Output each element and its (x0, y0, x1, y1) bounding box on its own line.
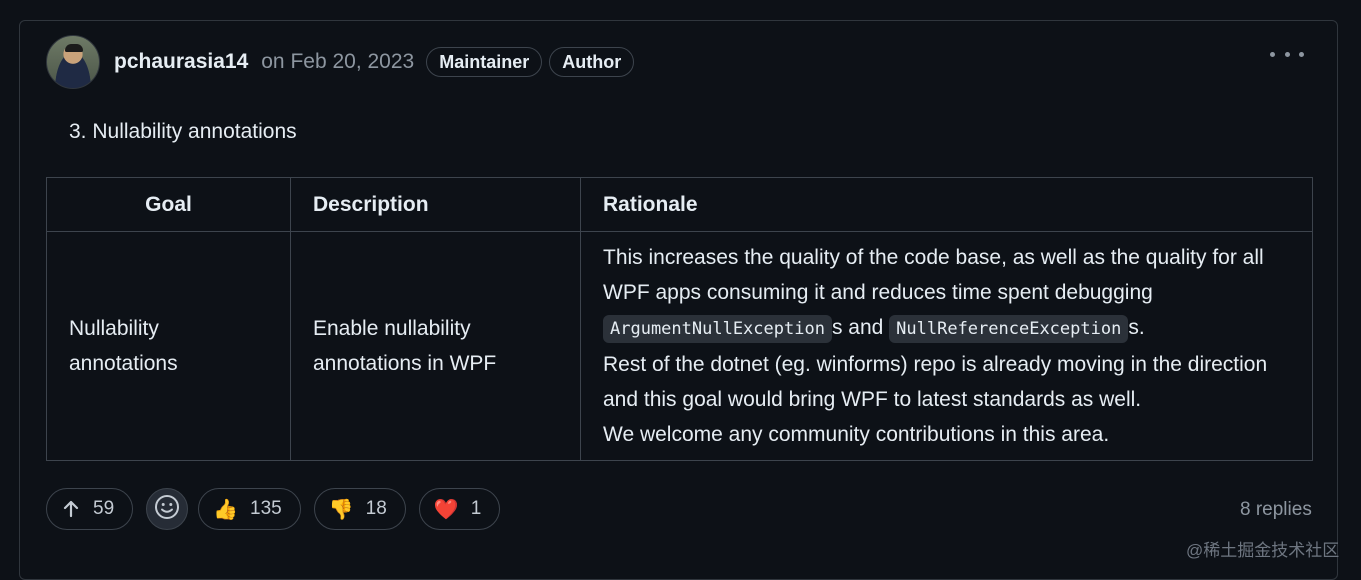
thumbs-up-icon: 👍 (213, 498, 239, 521)
comment-header: pchaurasia14 on Feb 20, 2023 Maintainer … (46, 35, 635, 89)
maintainer-badge: Maintainer (426, 47, 543, 77)
upvote-count: 59 (93, 498, 115, 519)
cell-goal: Nullability annotations (46, 231, 291, 461)
reaction-count: 135 (250, 498, 282, 519)
more-options-icon[interactable] (1270, 43, 1304, 65)
cell-description: Enable nullability annotations in WPF (290, 231, 581, 461)
reaction-count: 1 (470, 498, 482, 519)
rationale-line-1: This increases the quality of the code b… (603, 246, 1264, 304)
rationale-line-2: Rest of the dotnet (eg. winforms) repo i… (603, 353, 1268, 411)
thumbs-down-icon: 👎 (328, 498, 354, 521)
heart-icon: ❤️ (433, 498, 459, 521)
code-argument-null-exception: ArgumentNullException (603, 315, 832, 343)
arrow-up-icon (61, 499, 81, 519)
table-row: Nullability annotations Enable nullabili… (46, 231, 1313, 461)
add-reaction-button[interactable] (146, 488, 189, 530)
reaction-thumbs-up[interactable]: 👍 135 (198, 488, 301, 530)
author-avatar[interactable] (46, 35, 100, 89)
author-badge: Author (549, 47, 635, 77)
discussion-comment: pchaurasia14 on Feb 20, 2023 Maintainer … (19, 20, 1338, 580)
goal-table: Goal Description Rationale Nullability a… (46, 177, 1313, 461)
rationale-end: s. (1128, 316, 1145, 339)
reaction-count: 18 (365, 498, 387, 519)
section-heading: 3. Nullability annotations (69, 120, 297, 143)
reaction-heart[interactable]: ❤️ 1 (418, 488, 501, 530)
watermark: @稀土掘金技术社区 (1186, 541, 1340, 560)
reaction-thumbs-down[interactable]: 👎 18 (313, 488, 406, 530)
reaction-bar: 59 👍 135 👎 18 ❤️ 1 (46, 488, 513, 530)
cell-rationale: This increases the quality of the code b… (580, 231, 1313, 461)
replies-count[interactable]: 8 replies (1240, 499, 1312, 521)
table-header-row: Goal Description Rationale (46, 177, 1313, 232)
header-goal: Goal (46, 177, 291, 232)
comment-date[interactable]: on Feb 20, 2023 (261, 50, 414, 74)
upvote-button[interactable]: 59 (46, 488, 134, 530)
header-rationale: Rationale (580, 177, 1313, 232)
code-null-reference-exception: NullReferenceException (889, 315, 1129, 343)
smiley-icon (154, 494, 180, 525)
header-description: Description (290, 177, 581, 232)
rationale-mid: s and (831, 316, 884, 339)
rationale-line-3: We welcome any community contributions i… (603, 423, 1110, 446)
author-name[interactable]: pchaurasia14 (114, 50, 248, 74)
